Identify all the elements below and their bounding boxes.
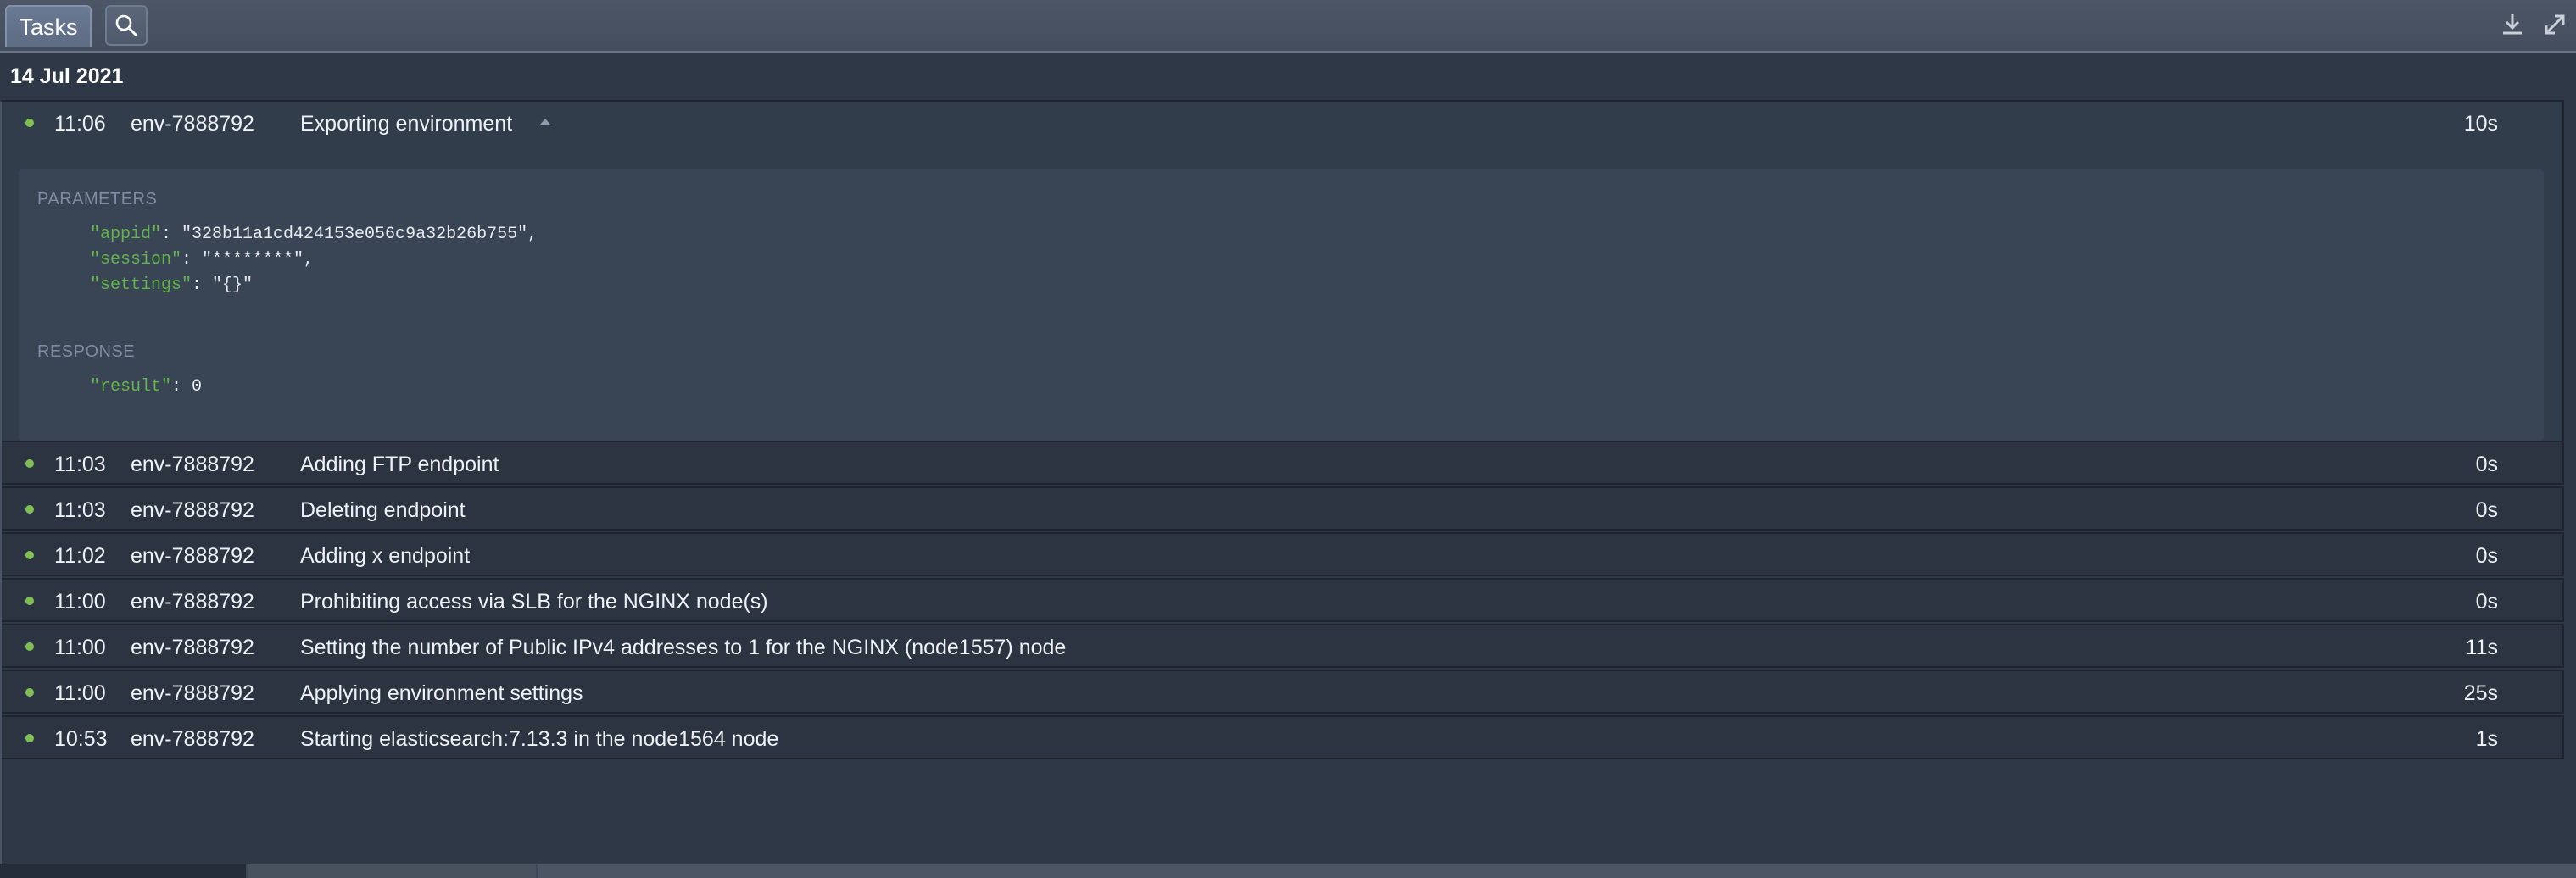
task-duration: 1s (2475, 727, 2498, 751)
response-key: "result" (90, 377, 172, 397)
task-time: 11:02 (54, 544, 106, 568)
task-row[interactable]: 11:00 env-7888792 Applying environment s… (2, 670, 2564, 714)
collapse-caret-icon[interactable] (539, 119, 551, 125)
task-env: env-7888792 (131, 636, 254, 659)
date-header: 14 Jul 2021 (10, 64, 124, 88)
param-value: : "328b11a1cd424153e056c9a32b26b755", (161, 225, 538, 244)
task-row[interactable]: 11:00 env-7888792 Prohibiting access via… (2, 578, 2564, 622)
status-dot (25, 551, 34, 559)
tab-tasks[interactable]: Tasks (5, 5, 92, 47)
task-env: env-7888792 (131, 498, 254, 522)
param-value: : "{}" (192, 275, 254, 295)
task-time: 10:53 (54, 727, 108, 751)
task-duration: 11s (2465, 636, 2498, 659)
search-icon (115, 14, 137, 36)
task-time: 11:00 (54, 636, 106, 659)
task-description: Adding x endpoint (300, 544, 471, 568)
task-row[interactable]: 11:03 env-7888792 Adding FTP endpoint 0s (2, 441, 2564, 485)
task-description: Deleting endpoint (300, 498, 466, 522)
task-details-panel: PARAMETERS "appid": "328b11a1cd424153e05… (19, 169, 2544, 441)
response-code: "result": 0 (90, 375, 202, 400)
download-icon (2503, 14, 2522, 35)
task-env: env-7888792 (131, 727, 254, 751)
param-value: : "********", (181, 250, 315, 270)
task-time: 11:03 (54, 453, 106, 476)
task-duration: 10s (2463, 112, 2498, 136)
task-description: Adding FTP endpoint (300, 453, 499, 476)
param-key: "session" (90, 250, 182, 270)
parameters-code: "appid": "328b11a1cd424153e056c9a32b26b7… (90, 222, 538, 298)
task-env: env-7888792 (131, 453, 254, 476)
status-dot (25, 505, 34, 514)
status-dot (25, 642, 34, 651)
task-description: Applying environment settings (300, 681, 583, 705)
task-description: Exporting environment (300, 112, 513, 136)
task-time: 11:06 (54, 112, 106, 136)
task-time: 11:00 (54, 681, 106, 705)
task-row-expanded[interactable]: 11:06 env-7888792 Exporting environment … (2, 100, 2564, 144)
response-label: RESPONSE (37, 342, 136, 361)
search-button[interactable] (105, 5, 148, 46)
task-row[interactable]: 10:53 env-7888792 Starting elasticsearch… (2, 715, 2564, 759)
tasks-toolbar: Tasks (0, 0, 2576, 53)
expand-button[interactable] (2540, 10, 2569, 39)
status-dot (25, 119, 34, 127)
task-duration: 0s (2475, 453, 2498, 476)
task-env: env-7888792 (131, 112, 254, 136)
response-value: : 0 (171, 377, 203, 397)
task-row[interactable]: 11:02 env-7888792 Adding x endpoint 0s (2, 532, 2564, 576)
task-time: 11:03 (54, 498, 106, 522)
task-duration: 25s (2463, 681, 2498, 705)
task-row[interactable]: 11:03 env-7888792 Deleting endpoint 0s (2, 486, 2564, 531)
horizontal-scrollbar[interactable] (0, 864, 2576, 878)
status-dot (25, 597, 34, 605)
task-description: Prohibiting access via SLB for the NGINX… (300, 590, 768, 614)
status-dot (25, 688, 34, 697)
task-env: env-7888792 (131, 681, 254, 705)
param-key: "settings" (90, 275, 192, 295)
download-button[interactable] (2498, 10, 2527, 39)
status-dot (25, 459, 34, 468)
task-duration: 0s (2475, 498, 2498, 522)
task-env: env-7888792 (131, 590, 254, 614)
task-duration: 0s (2475, 590, 2498, 614)
task-time: 11:00 (54, 590, 106, 614)
scrollbar-thumb[interactable] (248, 864, 536, 878)
tasks-panel: 14 Jul 2021 11:06 env-7888792 Exporting … (0, 53, 2576, 864)
task-duration: 0s (2475, 544, 2498, 568)
task-description: Starting elasticsearch:7.13.3 in the nod… (300, 727, 779, 751)
status-dot (25, 734, 34, 742)
task-description: Setting the number of Public IPv4 addres… (300, 636, 1067, 659)
expand-icon (2545, 14, 2565, 35)
scrollbar-track (538, 864, 2576, 878)
param-key: "appid" (90, 225, 162, 244)
task-details: PARAMETERS "appid": "328b11a1cd424153e05… (2, 142, 2564, 454)
scrollbar-segment (0, 864, 246, 878)
task-env: env-7888792 (131, 544, 254, 568)
parameters-label: PARAMETERS (37, 190, 158, 208)
task-row[interactable]: 11:00 env-7888792 Setting the number of … (2, 624, 2564, 668)
